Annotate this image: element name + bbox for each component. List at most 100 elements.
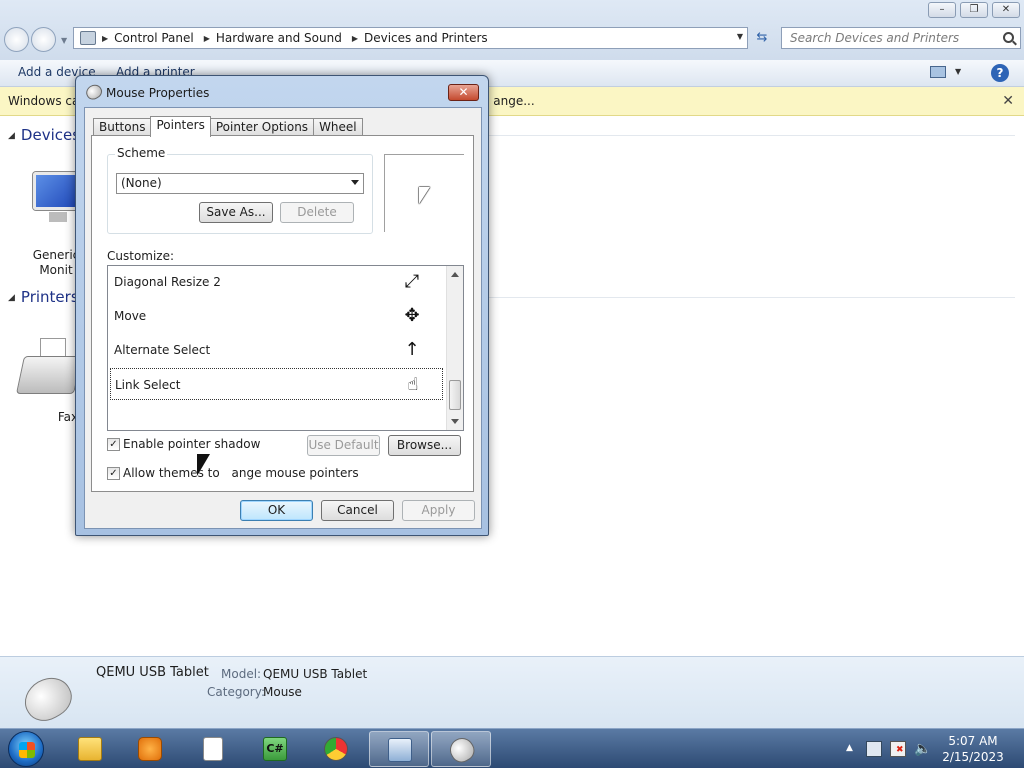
close-button[interactable]: ✕ bbox=[992, 2, 1020, 18]
list-item[interactable]: Diagonal Resize 2 ⤢ bbox=[110, 266, 443, 298]
document-icon bbox=[203, 737, 223, 761]
devices-and-printers-icon bbox=[388, 738, 412, 762]
window-controls: – ❐ ✕ bbox=[928, 2, 1020, 18]
chevron-down-icon[interactable] bbox=[351, 180, 359, 185]
show-hidden-icons-icon[interactable]: ▲ bbox=[846, 743, 853, 753]
breadcrumb-arrow-icon[interactable]: ▶ bbox=[102, 34, 108, 43]
forward-button[interactable] bbox=[31, 27, 56, 52]
allow-themes-label-end: ange mouse pointers bbox=[231, 466, 359, 480]
explorer-title-area: – ❐ ✕ ▼ ▶ Control Panel ▶ Hardware and S… bbox=[0, 0, 1024, 60]
recent-pages-chevron-icon[interactable]: ▼ bbox=[61, 36, 67, 45]
mouse-properties-dialog: Mouse Properties ✕ Buttons Pointers Poin… bbox=[75, 75, 489, 536]
folder-icon bbox=[78, 737, 102, 761]
cursor-name: Alternate Select bbox=[114, 343, 211, 357]
dialog-close-button[interactable]: ✕ bbox=[448, 84, 479, 101]
scroll-down-icon[interactable] bbox=[451, 419, 459, 424]
collapse-triangle-icon[interactable]: ◢ bbox=[8, 131, 15, 141]
cursor-name: Link Select bbox=[115, 378, 181, 392]
taskbar-explorer-button[interactable] bbox=[60, 731, 120, 767]
enable-pointer-shadow-label[interactable]: Enable pointer shadow bbox=[123, 437, 260, 451]
breadcrumb-hardware-and-sound[interactable]: Hardware and Sound bbox=[216, 31, 342, 45]
breadcrumb-control-panel[interactable]: Control Panel bbox=[114, 31, 194, 45]
search-input[interactable]: Search Devices and Printers bbox=[781, 27, 1021, 49]
media-player-icon bbox=[138, 737, 162, 761]
allow-themes-checkbox[interactable]: ✓ bbox=[107, 467, 120, 480]
mouse-pointer-cursor-icon bbox=[197, 454, 210, 476]
list-item-selected[interactable]: Link Select ☝ bbox=[110, 368, 443, 400]
model-label: Model: bbox=[221, 667, 262, 681]
refresh-icon[interactable]: ⇆ bbox=[750, 27, 774, 49]
cancel-button[interactable]: Cancel bbox=[321, 500, 394, 521]
address-bar[interactable]: ▶ Control Panel ▶ Hardware and Sound ▶ D… bbox=[73, 27, 748, 49]
customize-label: Customize: bbox=[107, 249, 175, 263]
tab-wheel[interactable]: Wheel bbox=[313, 118, 363, 136]
action-center-icon[interactable] bbox=[890, 741, 906, 757]
allow-themes-label[interactable]: Allow themes to ange mouse pointers bbox=[123, 466, 359, 480]
start-button[interactable] bbox=[8, 731, 44, 767]
breadcrumb-devices-and-printers[interactable]: Devices and Printers bbox=[364, 31, 488, 45]
search-icon[interactable] bbox=[1003, 32, 1014, 43]
device-name: QEMU USB Tablet bbox=[96, 665, 209, 680]
category-value: Mouse bbox=[263, 685, 302, 699]
change-view-icon[interactable] bbox=[930, 66, 946, 78]
breadcrumb-arrow-icon[interactable]: ▶ bbox=[204, 34, 210, 43]
taskbar-notepad-button[interactable] bbox=[183, 731, 243, 767]
volume-icon[interactable]: 🔈 bbox=[914, 741, 931, 757]
cursor-name: Move bbox=[114, 309, 147, 323]
monitor-stand bbox=[49, 212, 67, 222]
scroll-thumb[interactable] bbox=[449, 380, 461, 410]
list-item[interactable]: Alternate Select ↑ bbox=[110, 334, 443, 366]
alternate-select-cursor-icon: ↑ bbox=[404, 339, 420, 360]
scheme-select[interactable]: (None) bbox=[116, 173, 364, 194]
minimize-button[interactable]: – bbox=[928, 2, 956, 18]
tab-pointers[interactable]: Pointers bbox=[150, 116, 211, 137]
clock[interactable]: 5:07 AM 2/15/2023 bbox=[938, 733, 1008, 765]
use-default-button[interactable]: Use Default bbox=[307, 435, 380, 456]
enable-pointer-shadow-checkbox[interactable]: ✓ bbox=[107, 438, 120, 451]
hand-cursor-icon: ☝ bbox=[407, 374, 419, 395]
network-icon[interactable] bbox=[866, 741, 882, 757]
printers-group-label: Printers bbox=[20, 288, 79, 306]
info-bar-text-start: Windows car bbox=[8, 94, 85, 108]
cursor-name: Diagonal Resize 2 bbox=[114, 275, 221, 289]
pointer-preview bbox=[384, 154, 464, 232]
address-dropdown-icon[interactable]: ▼ bbox=[737, 32, 743, 41]
category-label: Category: bbox=[207, 685, 265, 699]
ok-button[interactable]: OK bbox=[240, 500, 313, 521]
taskbar-chrome-button[interactable] bbox=[306, 731, 366, 767]
breadcrumb-arrow-icon[interactable]: ▶ bbox=[352, 34, 358, 43]
mouse-shell bbox=[17, 669, 79, 729]
scroll-up-icon[interactable] bbox=[451, 272, 459, 277]
view-options-chevron-icon[interactable]: ▼ bbox=[955, 67, 961, 76]
list-item[interactable]: Move ✥ bbox=[110, 300, 443, 332]
back-button[interactable] bbox=[4, 27, 29, 52]
info-bar-text-end: ange... bbox=[493, 94, 535, 108]
taskbar-csharp-button[interactable]: C# bbox=[245, 731, 305, 767]
taskbar-devices-button[interactable] bbox=[369, 731, 429, 767]
scheme-group-title: Scheme bbox=[115, 146, 168, 160]
taskbar-media-player-button[interactable] bbox=[120, 731, 180, 767]
diagonal-resize-cursor-icon: ⤢ bbox=[404, 271, 420, 292]
printers-group-header[interactable]: ◢ Printers bbox=[8, 288, 79, 306]
search-placeholder: Search Devices and Printers bbox=[790, 31, 960, 45]
apply-button[interactable]: Apply bbox=[402, 500, 475, 521]
taskbar-mouse-properties-button[interactable] bbox=[431, 731, 491, 767]
list-scrollbar[interactable] bbox=[446, 266, 463, 430]
delete-button[interactable]: Delete bbox=[280, 202, 354, 223]
info-bar-close-icon[interactable]: ✕ bbox=[1002, 93, 1014, 109]
fax-printer-icon[interactable] bbox=[15, 336, 83, 398]
dialog-title: Mouse Properties bbox=[106, 86, 210, 100]
browse-button[interactable]: Browse... bbox=[388, 435, 461, 456]
cursor-list[interactable]: Diagonal Resize 2 ⤢ Move ✥ Alternate Sel… bbox=[107, 265, 464, 431]
devices-group-header[interactable]: ◢ Devices bbox=[8, 126, 80, 144]
clock-time: 5:07 AM bbox=[948, 734, 998, 748]
tab-buttons[interactable]: Buttons bbox=[93, 118, 152, 136]
mouse-icon bbox=[445, 733, 479, 767]
help-icon[interactable]: ? bbox=[991, 64, 1009, 82]
collapse-triangle-icon[interactable]: ◢ bbox=[8, 293, 15, 303]
maximize-button[interactable]: ❐ bbox=[960, 2, 988, 18]
save-as-button[interactable]: Save As... bbox=[199, 202, 273, 223]
dialog-client-area: Buttons Pointers Pointer Options Wheel S… bbox=[84, 107, 482, 529]
monitor-screen bbox=[33, 172, 81, 210]
tab-pointer-options[interactable]: Pointer Options bbox=[209, 118, 315, 136]
